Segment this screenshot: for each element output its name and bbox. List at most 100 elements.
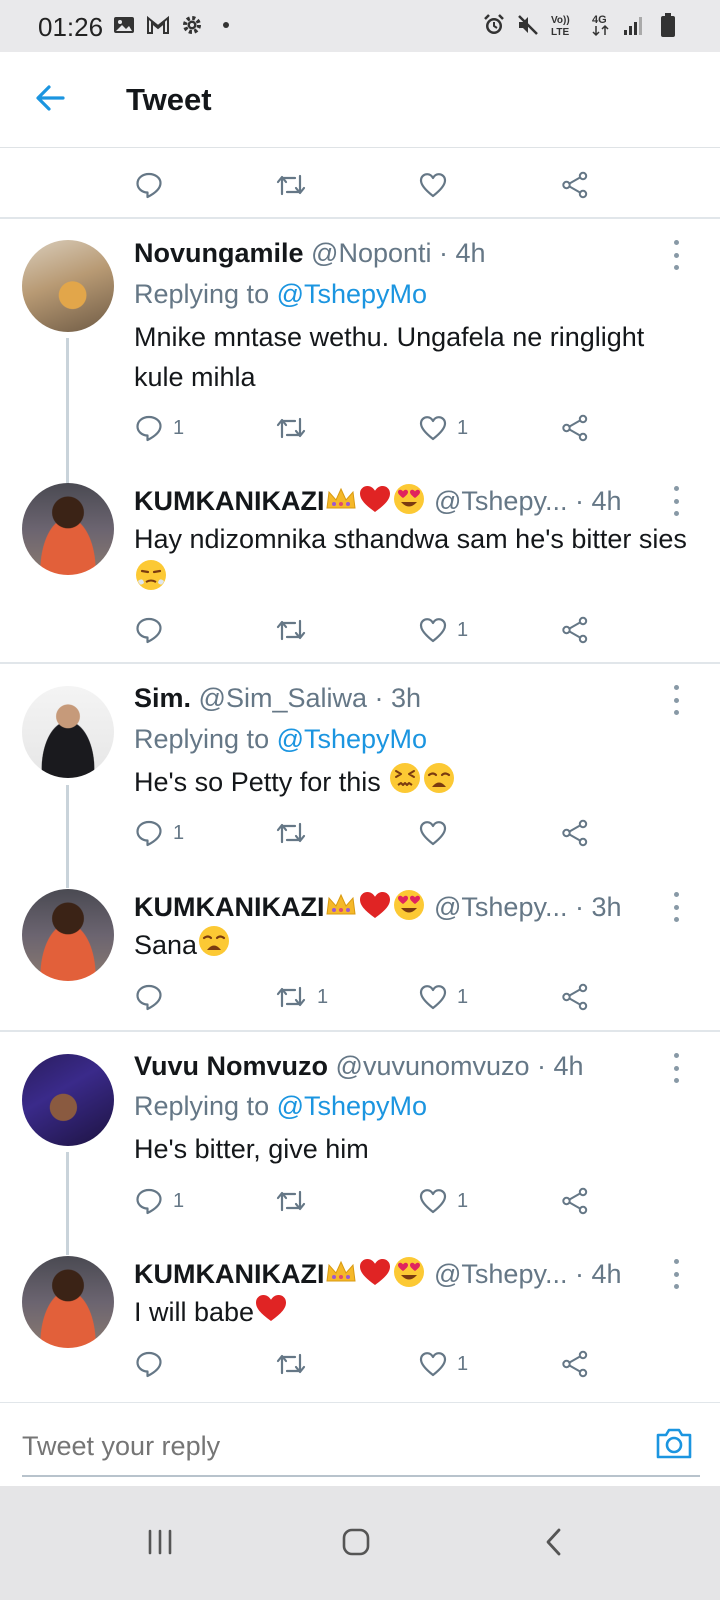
retweet-button[interactable] xyxy=(275,813,307,853)
more-options-button[interactable] xyxy=(670,685,682,715)
like-button[interactable] xyxy=(419,813,447,853)
reply-bar xyxy=(0,1402,720,1486)
reply-count: 1 xyxy=(173,416,185,439)
user-name[interactable]: Sim. xyxy=(134,683,191,713)
back-nav-button[interactable] xyxy=(524,1520,584,1564)
reply-button[interactable]: 1 xyxy=(135,408,184,448)
like-button[interactable]: 1 xyxy=(419,977,468,1017)
reply-count: 1 xyxy=(173,821,185,844)
tweet-text: Hay ndizomnika sthandwa sam he's bitter … xyxy=(134,519,694,602)
reply-button[interactable] xyxy=(135,610,163,650)
share-button[interactable] xyxy=(561,408,589,448)
crown-emoji xyxy=(324,890,358,928)
avatar-kumkanikazi[interactable] xyxy=(22,889,114,981)
retweet-button[interactable] xyxy=(275,610,307,650)
tweet-header: KUMKANIKAZI @Tshepy... · 4h xyxy=(134,1256,622,1296)
tweet-text: He's so Petty for this xyxy=(134,762,694,805)
user-name[interactable]: KUMKANIKAZI xyxy=(134,486,324,516)
share-icon xyxy=(562,616,588,644)
tweet-text: He's bitter, give him xyxy=(134,1134,369,1164)
reply-button[interactable]: 1 xyxy=(135,813,184,853)
dot-icon xyxy=(214,12,238,38)
like-button[interactable]: 1 xyxy=(419,408,468,448)
avatar-vuvu-nomvuzo[interactable] xyxy=(22,1054,114,1146)
more-options-button[interactable] xyxy=(670,1053,682,1083)
settings-icon xyxy=(180,12,204,38)
svg-text:Vo)): Vo)) xyxy=(551,15,570,26)
user-handle: @Noponti xyxy=(311,238,432,268)
back-arrow-icon xyxy=(36,85,65,111)
battery-icon xyxy=(656,12,680,38)
avatar-novungamile[interactable] xyxy=(22,240,114,332)
share-button[interactable] xyxy=(561,610,589,650)
share-button[interactable] xyxy=(561,1181,589,1221)
user-name[interactable]: Novungamile xyxy=(134,238,304,268)
share-button[interactable] xyxy=(561,977,589,1017)
like-button[interactable] xyxy=(419,165,447,205)
reply-count: 1 xyxy=(173,1189,185,1212)
like-button[interactable]: 1 xyxy=(419,1344,468,1384)
user-name[interactable]: KUMKANIKAZI xyxy=(134,892,324,922)
share-button[interactable] xyxy=(561,1344,589,1384)
share-button[interactable] xyxy=(561,165,589,205)
mention-link[interactable]: @TshepyMo xyxy=(277,724,427,754)
weary-emoji xyxy=(422,762,456,805)
crown-emoji xyxy=(324,484,358,522)
avatar-sim[interactable] xyxy=(22,686,114,778)
more-options-button[interactable] xyxy=(670,1259,682,1289)
more-options-button[interactable] xyxy=(670,892,682,922)
home-button[interactable] xyxy=(326,1520,386,1564)
retweet-button[interactable] xyxy=(275,1181,307,1221)
reply-button[interactable] xyxy=(135,165,163,205)
camera-button[interactable] xyxy=(654,1425,694,1465)
retweet-button[interactable] xyxy=(275,1344,307,1384)
svg-text:LTE: LTE xyxy=(551,27,569,38)
tweet-text: I will babe xyxy=(134,1292,694,1334)
mention-link[interactable]: @TshepyMo xyxy=(277,1091,427,1121)
tweet-thread[interactable]: Novungamile @Noponti · 4h Replying to @T… xyxy=(0,149,720,1402)
heart-eyes-emoji xyxy=(392,889,426,929)
retweet-icon xyxy=(276,417,306,439)
reply-underline xyxy=(22,1475,700,1477)
avatar-kumkanikazi[interactable] xyxy=(22,483,114,575)
retweet-button[interactable]: 1 xyxy=(275,977,328,1017)
back-button[interactable] xyxy=(28,76,72,120)
tweet-text-content: I will babe xyxy=(134,1297,255,1327)
reply-button[interactable] xyxy=(135,1344,163,1384)
like-button[interactable]: 1 xyxy=(419,610,468,650)
reply-button[interactable]: 1 xyxy=(135,1181,184,1221)
crown-emoji xyxy=(324,1257,358,1295)
more-options-button[interactable] xyxy=(670,486,682,516)
status-left-icons xyxy=(112,12,238,38)
reply-input[interactable] xyxy=(22,1431,622,1462)
alarm-icon xyxy=(482,12,506,38)
user-handle: @Sim_Saliwa xyxy=(198,683,368,713)
recents-button[interactable] xyxy=(130,1520,190,1564)
user-handle: @vuvunomvuzo xyxy=(335,1051,530,1081)
reply-button[interactable] xyxy=(135,977,163,1017)
user-name[interactable]: Vuvu Nomvuzo xyxy=(134,1051,328,1081)
tweet-time: · 4h xyxy=(574,486,622,517)
retweet-button[interactable] xyxy=(275,408,307,448)
tweet-header: KUMKANIKAZI @Tshepy... · 4h xyxy=(134,483,622,523)
divider xyxy=(0,217,720,219)
heart-icon xyxy=(419,173,447,198)
share-icon xyxy=(562,1187,588,1215)
user-handle: @Tshepy... xyxy=(434,1259,568,1290)
user-name[interactable]: KUMKANIKAZI xyxy=(134,1259,324,1289)
retweet-button[interactable] xyxy=(275,165,307,205)
chevron-left-icon xyxy=(546,1528,561,1556)
confounded-emoji xyxy=(388,762,422,805)
share-icon xyxy=(562,819,588,847)
share-button[interactable] xyxy=(561,813,589,853)
red-heart-emoji xyxy=(254,1293,288,1334)
retweet-icon xyxy=(276,619,306,641)
user-handle: @Tshepy... xyxy=(434,486,568,517)
weary-emoji xyxy=(197,925,231,968)
mention-link[interactable]: @TshepyMo xyxy=(277,279,427,309)
reply-icon xyxy=(136,415,162,442)
reply-icon xyxy=(136,172,162,199)
like-button[interactable]: 1 xyxy=(419,1181,468,1221)
avatar-kumkanikazi[interactable] xyxy=(22,1256,114,1348)
more-options-button[interactable] xyxy=(670,240,682,270)
